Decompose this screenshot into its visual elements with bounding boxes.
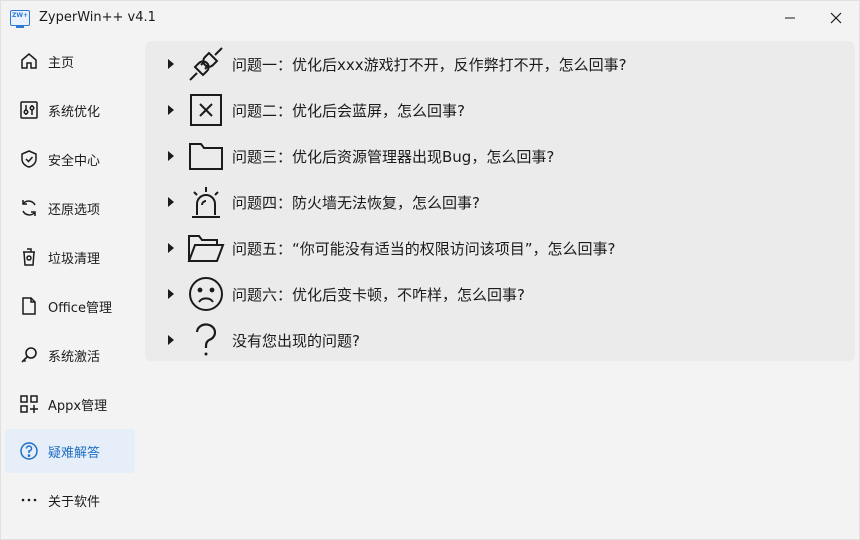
faq-question-text: 问题五：“你可能没有适当的权限访问该项目”，怎么回事? (232, 239, 616, 258)
sidebar-nav: 主页 系统优化 安全中心 还原选项 垃圾清理 Office管理 系统激活 App… (1, 35, 141, 540)
trash-icon (18, 246, 40, 268)
faq-item-5[interactable]: 问题五：“你可能没有适当的权限访问该项目”，怎么回事? (145, 225, 855, 271)
faq-item-1[interactable]: 问题一：优化后xxx游戏打不开，反作弊打不开，怎么回事? (145, 41, 855, 87)
faq-item-2[interactable]: 问题二：优化后会蓝屏，怎么回事? (145, 87, 855, 133)
chevron-right-icon (167, 150, 179, 162)
chevron-right-icon (167, 288, 179, 300)
question-mark-icon (187, 321, 225, 359)
restore-icon (18, 197, 40, 219)
sidebar-item-system-optimize[interactable]: 系统优化 (5, 88, 135, 132)
sidebar-item-label: Office管理 (48, 300, 112, 316)
help-circle-icon (18, 440, 40, 462)
sidebar-item-activation[interactable]: 系统激活 (5, 333, 135, 377)
app-logo-icon: ZW+ (10, 10, 30, 28)
faq-question-text: 问题二：优化后会蓝屏，怎么回事? (232, 101, 465, 120)
folder-open-icon (187, 229, 225, 267)
sidebar-item-label: 垃圾清理 (48, 251, 101, 267)
sidebar-item-about[interactable]: 关于软件 (5, 478, 135, 522)
faq-question-text: 没有您出现的问题? (232, 331, 360, 350)
sidebar-item-label: 还原选项 (48, 202, 101, 218)
sidebar-item-label: 主页 (48, 55, 75, 71)
sidebar-item-label: 安全中心 (48, 153, 101, 169)
shield-icon (18, 148, 40, 170)
folder-icon (187, 137, 225, 175)
chevron-right-icon (167, 104, 179, 116)
sad-face-icon (187, 275, 225, 313)
sidebar-item-office[interactable]: Office管理 (5, 284, 135, 328)
sidebar-item-troubleshoot[interactable]: 疑难解答 (5, 429, 135, 473)
sidebar-item-label: 系统优化 (48, 104, 101, 120)
faq-item-6[interactable]: 问题六：优化后变卡顿，不咋样，怎么回事? (145, 271, 855, 317)
window-title: ZyperWin++ v4.1 (39, 10, 156, 25)
sidebar-item-label: Appx管理 (48, 398, 108, 414)
chevron-right-icon (167, 58, 179, 70)
faq-question-text: 问题一：优化后xxx游戏打不开，反作弊打不开，怎么回事? (232, 55, 627, 74)
plug-icon (187, 45, 225, 83)
faq-question-text: 问题三：优化后资源管理器出现Bug，怎么回事? (232, 147, 555, 166)
sidebar-item-label: 疑难解答 (48, 445, 101, 461)
sidebar-item-label: 系统激活 (48, 349, 101, 365)
sidebar-item-security[interactable]: 安全中心 (5, 137, 135, 181)
app-window: ZW+ ZyperWin++ v4.1 主页 系统优化 安全中心 还原选项 垃圾… (0, 0, 860, 540)
close-icon (830, 12, 842, 24)
faq-question-text: 问题四：防火墙无法恢复，怎么回事? (232, 193, 480, 212)
close-button[interactable] (813, 1, 859, 35)
sidebar-item-restore[interactable]: 还原选项 (5, 186, 135, 230)
faq-question-text: 问题六：优化后变卡顿，不咋样，怎么回事? (232, 285, 525, 304)
faq-panel: 问题一：优化后xxx游戏打不开，反作弊打不开，怎么回事? 问题二：优化后会蓝屏，… (145, 41, 855, 361)
sidebar-item-appx[interactable]: Appx管理 (5, 382, 135, 426)
faq-item-3[interactable]: 问题三：优化后资源管理器出现Bug，怎么回事? (145, 133, 855, 179)
x-box-icon (187, 91, 225, 129)
sliders-icon (18, 99, 40, 121)
document-icon (18, 295, 40, 317)
sidebar-item-home[interactable]: 主页 (5, 39, 135, 83)
faq-item-7[interactable]: 没有您出现的问题? (145, 317, 855, 363)
faq-item-4[interactable]: 问题四：防火墙无法恢复，怎么回事? (145, 179, 855, 225)
home-icon (18, 50, 40, 72)
chevron-right-icon (167, 334, 179, 346)
siren-icon (187, 183, 225, 221)
more-icon (18, 489, 40, 511)
minimize-icon (785, 17, 795, 19)
key-icon (18, 344, 40, 366)
sidebar-item-label: 关于软件 (48, 494, 101, 510)
chevron-right-icon (167, 196, 179, 208)
chevron-right-icon (167, 242, 179, 254)
apps-icon (18, 393, 40, 415)
sidebar-item-cleanup[interactable]: 垃圾清理 (5, 235, 135, 279)
minimize-button[interactable] (767, 1, 813, 35)
title-bar: ZW+ ZyperWin++ v4.1 (1, 1, 860, 35)
